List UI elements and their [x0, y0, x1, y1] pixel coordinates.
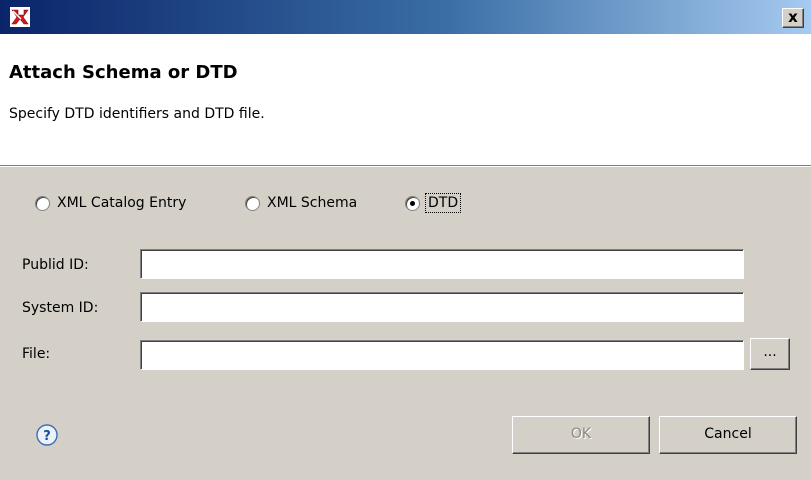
file-label: File: — [22, 346, 51, 362]
cancel-button[interactable]: Cancel — [659, 416, 797, 454]
svg-text:?: ? — [43, 429, 51, 444]
radio-label: DTD — [424, 193, 462, 213]
close-button[interactable]: x — [782, 8, 804, 28]
publid-id-input[interactable] — [140, 249, 744, 279]
radio-xml-schema[interactable]: XML Schema — [245, 193, 357, 213]
ok-button[interactable]: OK — [512, 416, 650, 454]
radio-xml-catalog-entry[interactable]: XML Catalog Entry — [35, 193, 186, 213]
file-input[interactable] — [140, 340, 744, 370]
title-bar[interactable]: x — [0, 0, 811, 34]
radio-label: XML Schema — [267, 195, 358, 211]
header-separator — [0, 166, 811, 167]
dialog-description: Specify DTD identifiers and DTD file. — [9, 106, 265, 122]
radio-button-icon[interactable] — [245, 195, 260, 211]
system-id-label: System ID: — [22, 300, 99, 316]
browse-button[interactable]: ... — [750, 338, 790, 370]
radio-button-icon[interactable] — [35, 195, 50, 211]
publid-id-label: Publid ID: — [22, 257, 89, 273]
radio-dtd[interactable]: DTD — [405, 193, 462, 213]
system-id-input[interactable] — [140, 292, 744, 322]
dialog-title: Attach Schema or DTD — [9, 62, 238, 83]
dialog-header: Attach Schema or DTD Specify DTD identif… — [0, 34, 811, 166]
radio-button-selected-icon[interactable] — [405, 195, 420, 211]
radio-label: XML Catalog Entry — [57, 195, 187, 211]
app-icon — [10, 7, 30, 27]
help-icon[interactable]: ? — [36, 424, 58, 446]
radio-dot — [410, 200, 415, 206]
